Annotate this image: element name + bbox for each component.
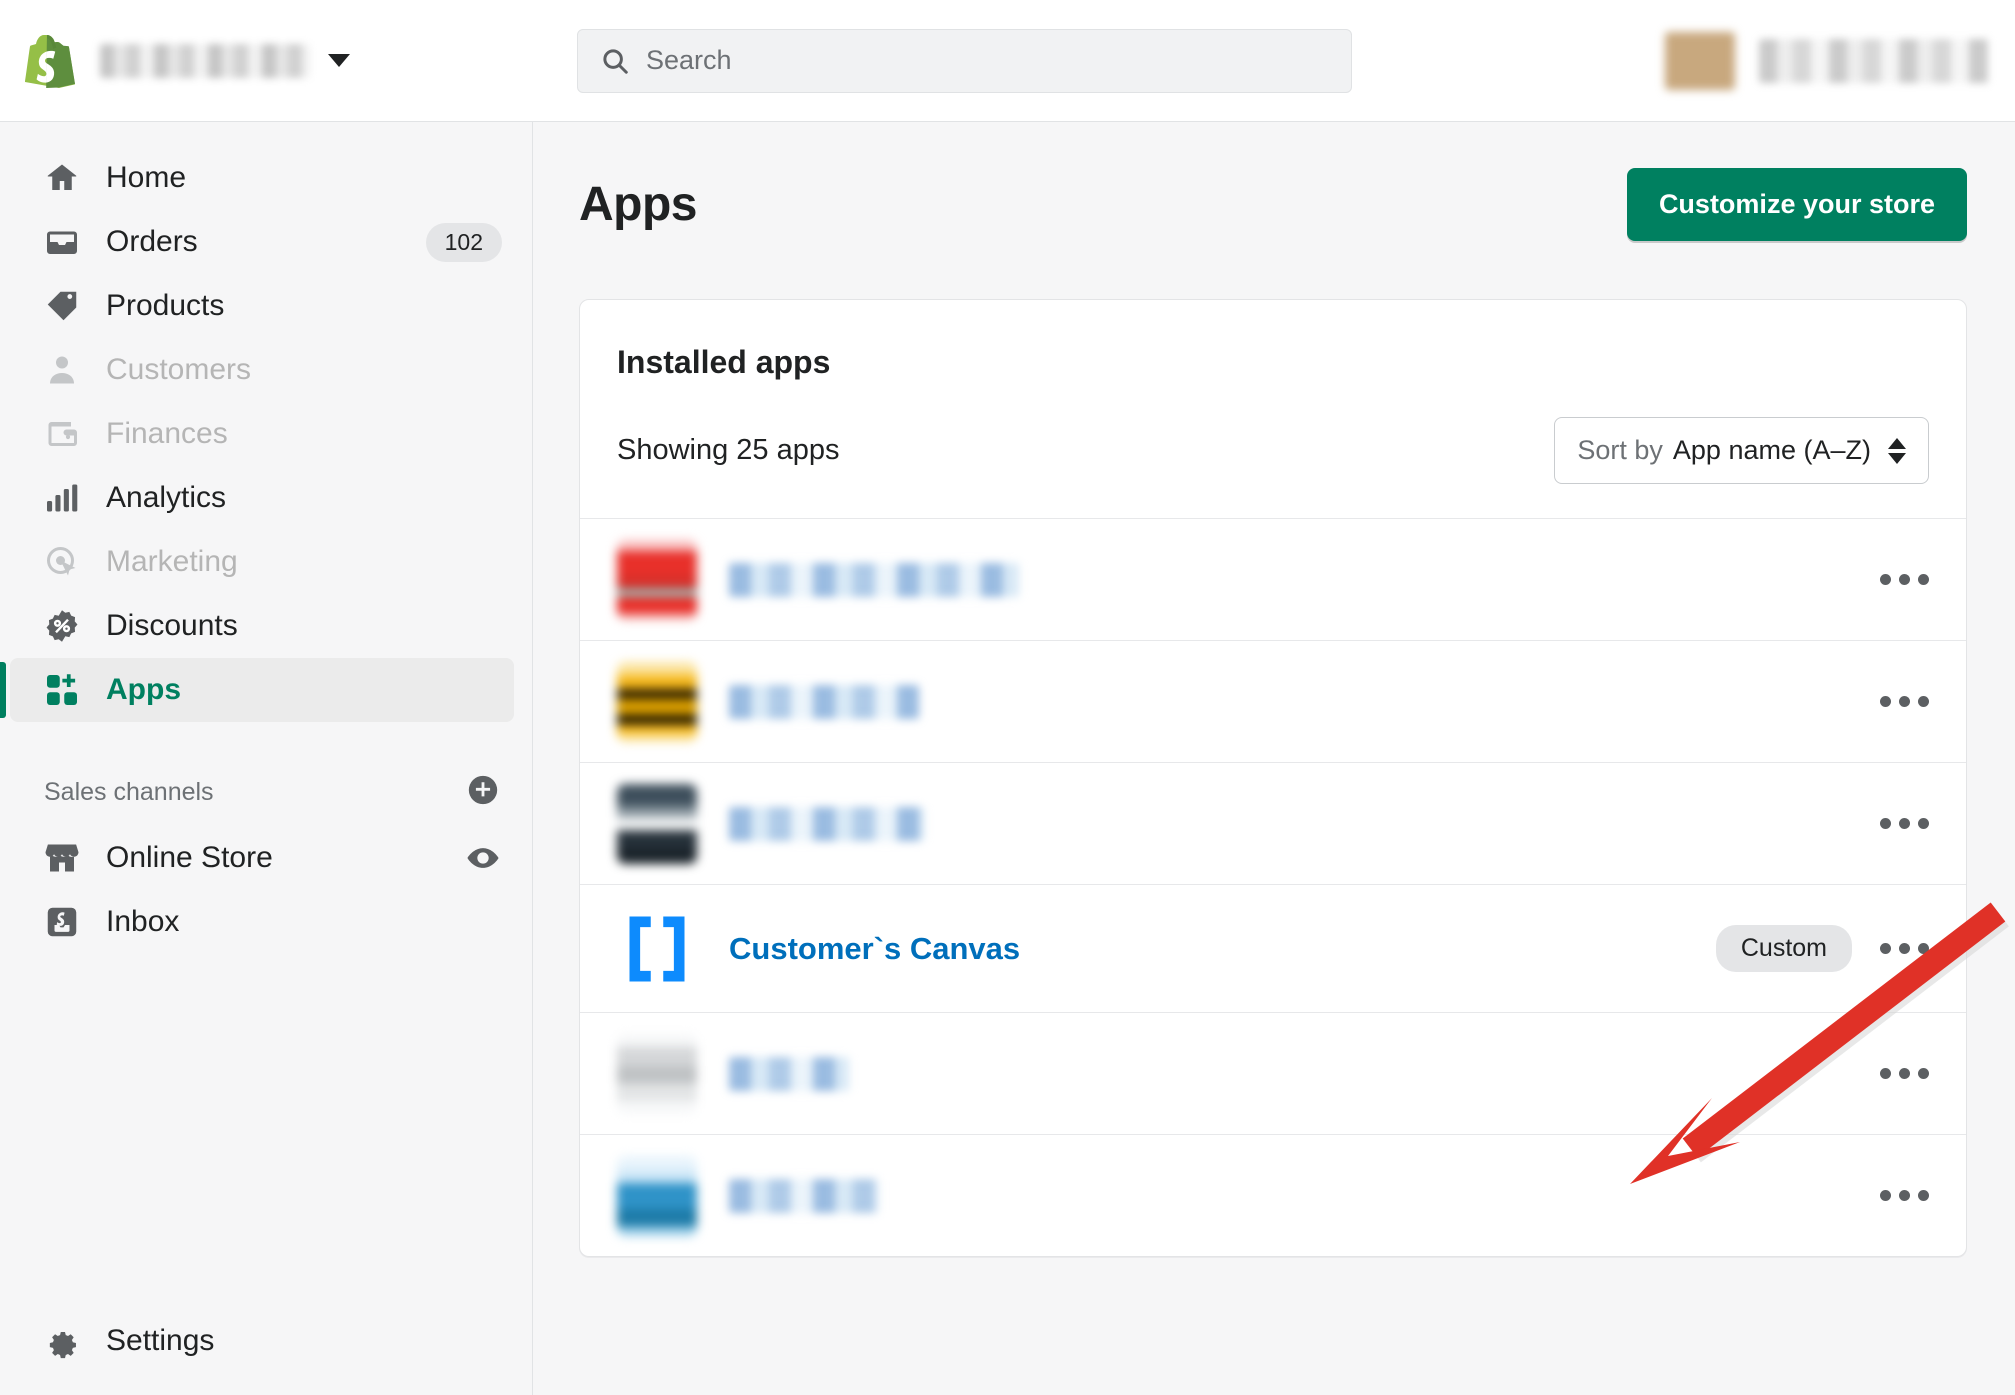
sort-caret-icon xyxy=(1888,437,1906,464)
sales-channels-header: Sales channels xyxy=(10,762,514,822)
sidebar-item-settings[interactable]: Settings xyxy=(10,1309,515,1373)
page-title: Apps xyxy=(579,178,698,231)
status-badge: Custom xyxy=(1715,925,1852,972)
discounts-icon xyxy=(44,608,80,644)
products-icon xyxy=(44,288,80,324)
sidebar-item-label: Home xyxy=(106,161,187,194)
apps-icon xyxy=(44,672,80,708)
circle-plus-icon[interactable] xyxy=(466,773,500,812)
orders-icon xyxy=(44,224,80,260)
avatar xyxy=(1665,31,1735,90)
sidebar-item-label: Apps xyxy=(106,673,181,706)
main-content: Apps Customize your store Installed apps… xyxy=(534,122,2015,1395)
storefront-icon xyxy=(44,840,80,876)
more-actions-icon[interactable] xyxy=(1880,574,1929,585)
app-icon xyxy=(617,1033,697,1114)
page-header: Apps Customize your store xyxy=(534,122,2015,241)
search-input[interactable]: Search xyxy=(577,28,1352,93)
showing-count: Showing 25 apps xyxy=(617,434,840,466)
table-row[interactable] xyxy=(580,1134,1966,1256)
card-title: Installed apps xyxy=(617,344,831,380)
table-row[interactable] xyxy=(580,518,1966,640)
sidebar-settings-wrap: Settings xyxy=(0,1309,533,1373)
sidebar-item-label: Analytics xyxy=(106,481,227,514)
app-icon xyxy=(617,1155,697,1236)
sidebar-item-customers[interactable]: Customers xyxy=(10,338,514,402)
orders-count-badge: 102 xyxy=(425,222,502,262)
sidebar: Home Orders 102 Products Customers Finan… xyxy=(0,122,533,1395)
chevron-down-icon[interactable] xyxy=(328,54,350,67)
sidebar-item-marketing[interactable]: Marketing xyxy=(10,530,514,594)
shopify-bag-icon xyxy=(22,30,78,92)
sidebar-item-home[interactable]: Home xyxy=(10,146,514,210)
search-placeholder: Search xyxy=(646,45,732,75)
sidebar-item-label: Marketing xyxy=(106,545,238,578)
sidebar-item-label: Products xyxy=(106,289,225,322)
more-actions-icon[interactable] xyxy=(1880,696,1929,707)
sidebar-item-inbox[interactable]: Inbox xyxy=(10,890,514,954)
account-name xyxy=(1759,38,1989,83)
sidebar-item-label: Settings xyxy=(106,1324,215,1357)
store-name xyxy=(100,43,310,78)
card-subheader: Showing 25 apps Sort by App name (A–Z) xyxy=(580,381,1966,518)
customers-icon xyxy=(44,352,80,388)
app-name xyxy=(729,684,919,719)
sales-channels-label: Sales channels xyxy=(44,777,214,806)
sidebar-item-label: Discounts xyxy=(106,609,238,642)
sidebar-item-finances[interactable]: Finances xyxy=(10,402,514,466)
search-icon xyxy=(600,46,630,76)
sidebar-item-label: Online Store xyxy=(106,841,273,874)
app-name xyxy=(729,1178,879,1213)
installed-apps-card: Installed apps Showing 25 apps Sort by A… xyxy=(579,299,1967,1257)
more-actions-icon[interactable] xyxy=(1880,1190,1929,1201)
marketing-icon xyxy=(44,544,80,580)
eye-icon[interactable] xyxy=(466,841,500,875)
app-icon xyxy=(617,539,697,620)
sidebar-item-analytics[interactable]: Analytics xyxy=(10,466,514,530)
sidebar-item-orders[interactable]: Orders 102 xyxy=(10,210,514,274)
brand-area[interactable] xyxy=(0,30,540,92)
top-bar: Search xyxy=(0,0,2015,122)
sort-value: App name (A–Z) xyxy=(1672,435,1871,465)
gear-icon xyxy=(44,1323,80,1359)
sidebar-item-online-store[interactable]: Online Store xyxy=(10,826,514,890)
sidebar-item-label: Finances xyxy=(106,417,228,450)
more-actions-icon[interactable] xyxy=(1880,1068,1929,1079)
app-name xyxy=(729,1056,849,1091)
sort-select[interactable]: Sort by App name (A–Z) xyxy=(1554,417,1929,484)
app-icon xyxy=(617,783,697,864)
sidebar-item-apps[interactable]: Apps xyxy=(0,658,514,722)
app-name xyxy=(729,806,924,841)
app-icon xyxy=(617,661,697,742)
account-menu[interactable] xyxy=(1665,31,2015,90)
sidebar-item-products[interactable]: Products xyxy=(10,274,514,338)
search-field-wrap: Search xyxy=(577,28,1352,93)
app-name xyxy=(729,562,1019,597)
more-actions-icon[interactable] xyxy=(1880,943,1929,954)
customize-store-button[interactable]: Customize your store xyxy=(1626,168,1967,241)
sidebar-item-label: Orders xyxy=(106,225,198,258)
sort-label: Sort by xyxy=(1577,435,1663,465)
table-row[interactable] xyxy=(580,640,1966,762)
table-row[interactable] xyxy=(580,762,1966,884)
table-row-customers-canvas[interactable]: Customer`s Canvas Custom xyxy=(580,884,1966,1012)
analytics-icon xyxy=(44,480,80,516)
bracket-icon xyxy=(617,909,697,989)
shopify-inbox-icon xyxy=(44,904,80,940)
sidebar-item-label: Inbox xyxy=(106,905,180,938)
app-name-link[interactable]: Customer`s Canvas xyxy=(729,931,1020,967)
sidebar-item-label: Customers xyxy=(106,353,252,386)
more-actions-icon[interactable] xyxy=(1880,818,1929,829)
sidebar-item-discounts[interactable]: Discounts xyxy=(10,594,514,658)
home-icon xyxy=(44,160,80,196)
table-row[interactable] xyxy=(580,1012,1966,1134)
finances-icon xyxy=(44,416,80,452)
